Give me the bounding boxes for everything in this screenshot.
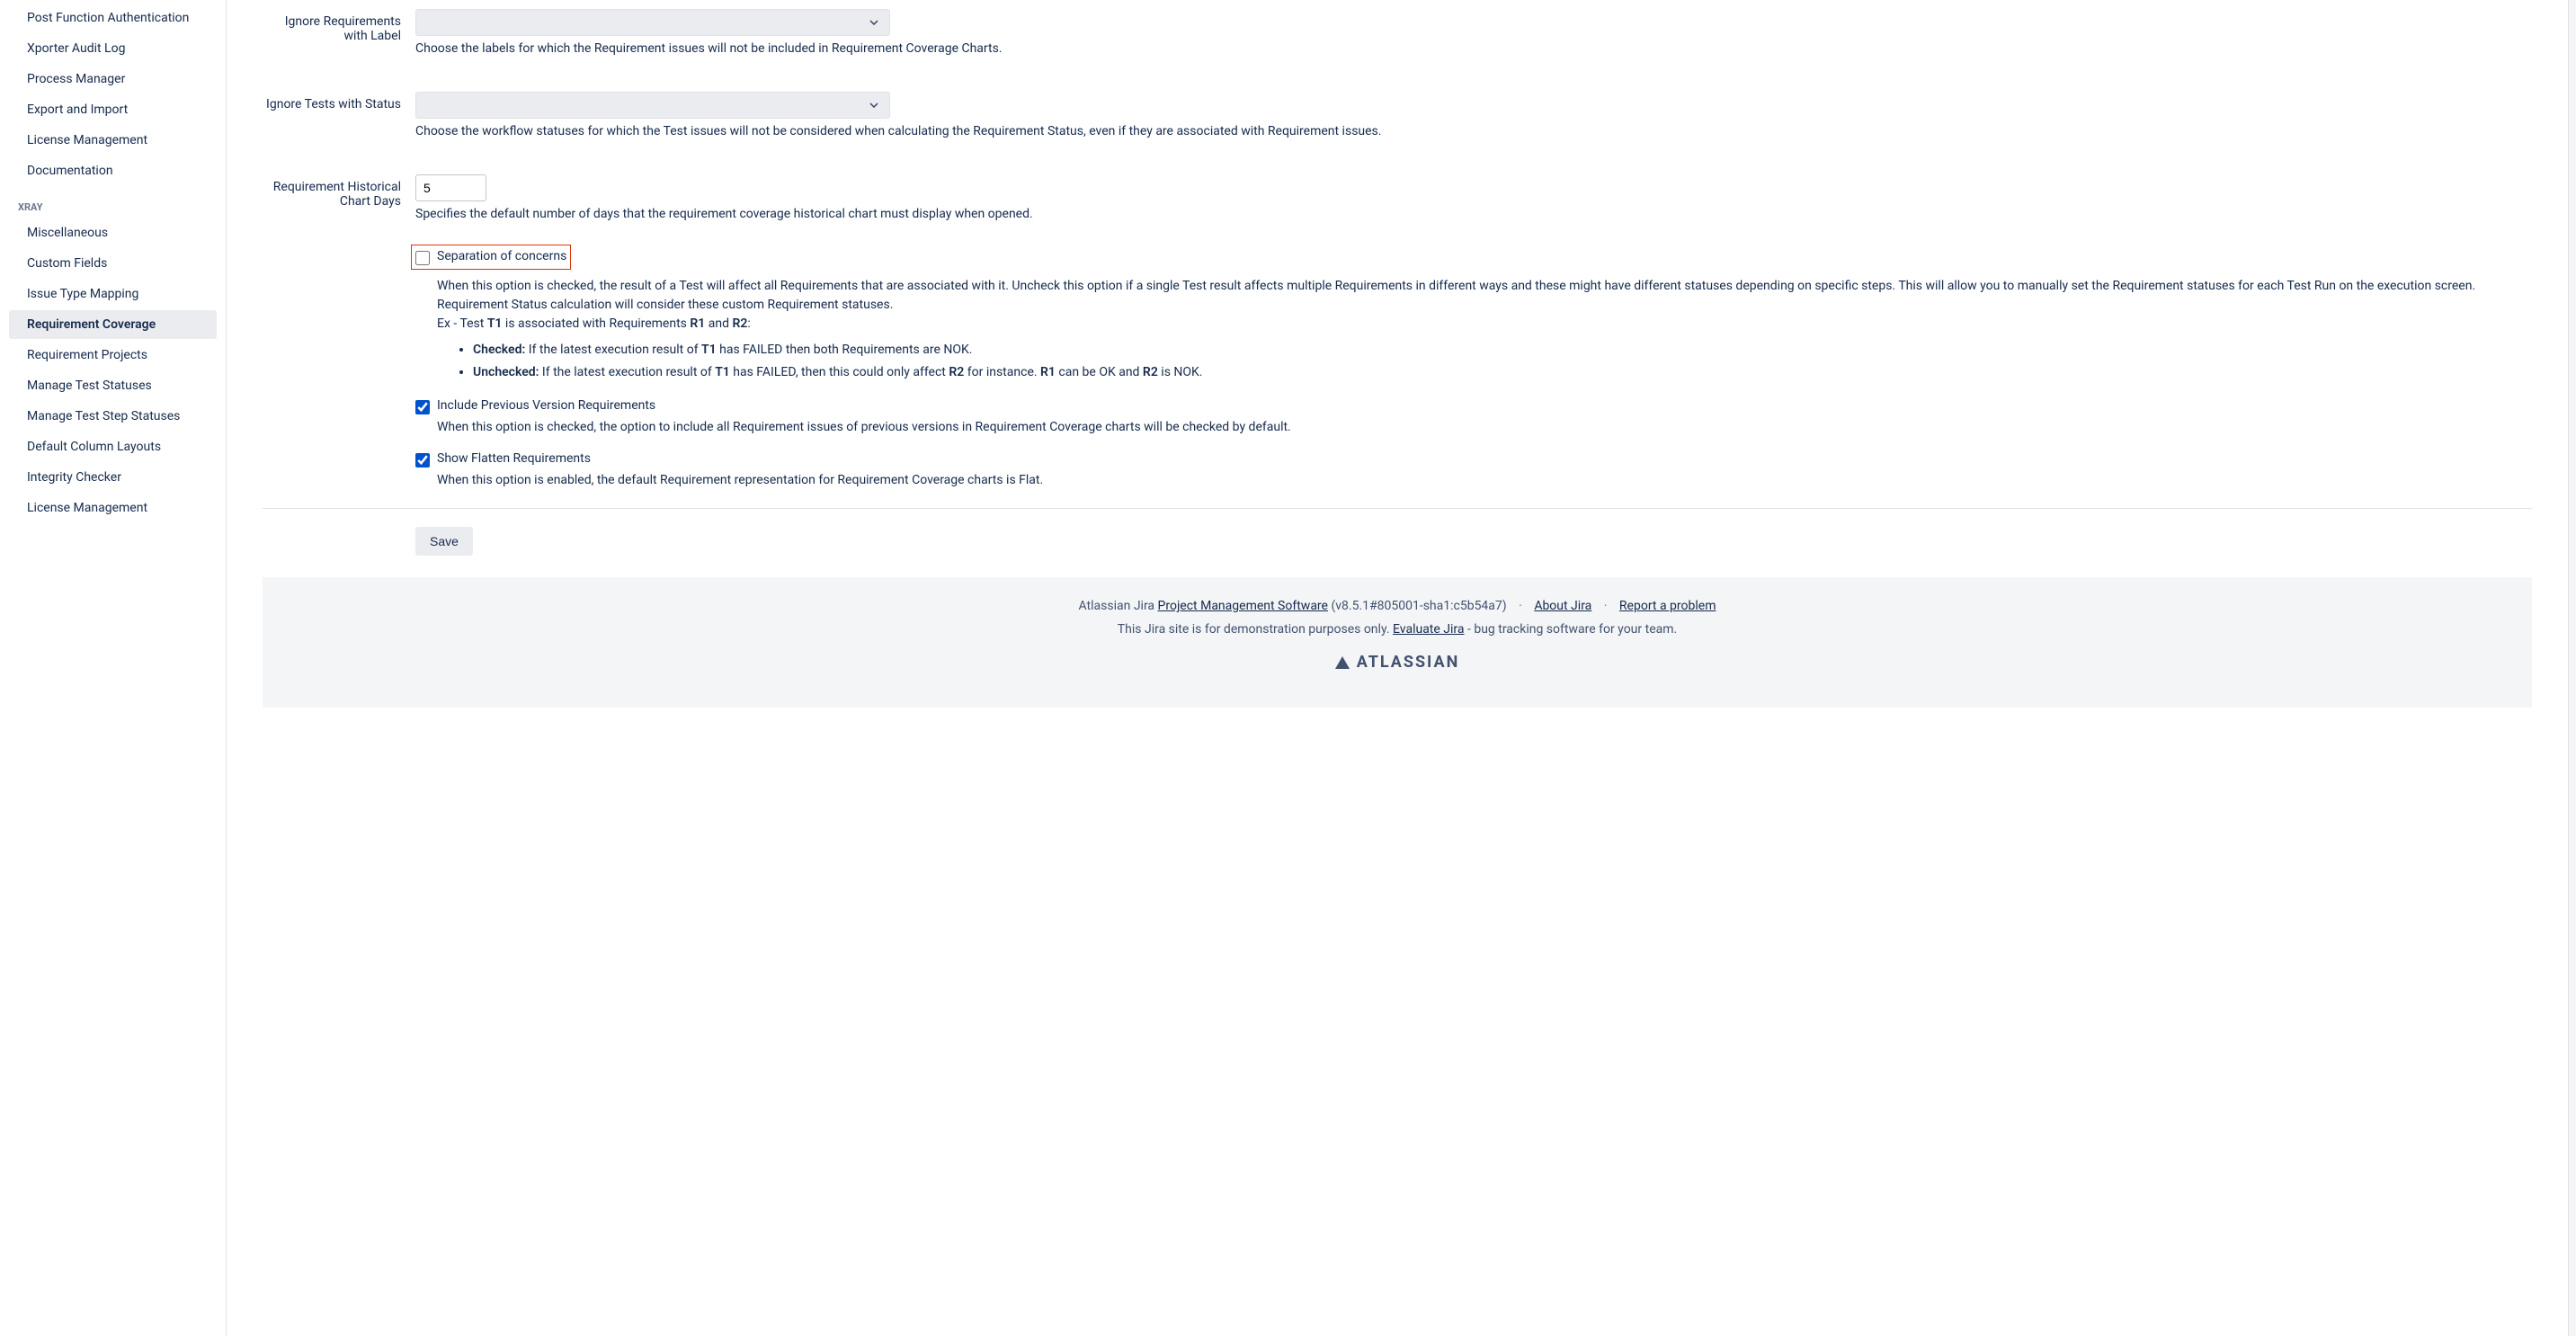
sidebar-item-xporter-audit-log[interactable]: Xporter Audit Log (9, 34, 217, 63)
sidebar-item-requirement-projects[interactable]: Requirement Projects (9, 341, 217, 370)
sidebar-item-post-function-auth[interactable]: Post Function Authentication (9, 4, 217, 32)
sidebar-item-manage-test-statuses[interactable]: Manage Test Statuses (9, 371, 217, 400)
divider (263, 508, 2532, 509)
select-ignore-tests-status[interactable] (415, 92, 890, 119)
link-report-problem[interactable]: Report a problem (1619, 599, 1716, 613)
row-chart-days: Requirement Historical Chart Days Specif… (263, 165, 2532, 230)
desc-separation-text1: When this option is checked, the result … (437, 277, 2532, 315)
footer-line1: Atlassian Jira Project Management Softwa… (263, 599, 2532, 613)
footer-line2: This Jira site is for demonstration purp… (263, 622, 2532, 637)
link-about-jira[interactable]: About Jira (1534, 599, 1591, 613)
checkbox-include-previous[interactable] (415, 400, 430, 414)
label-show-flatten: Show Flatten Requirements (437, 451, 591, 466)
link-pm-software[interactable]: Project Management Software (1158, 599, 1328, 613)
label-ignore-tests: Ignore Tests with Status (263, 92, 415, 138)
checkbox-separation-concerns[interactable] (415, 251, 430, 265)
select-ignore-requirements-label[interactable] (415, 9, 890, 36)
desc-show-flatten: When this option is enabled, the default… (415, 471, 2532, 490)
sidebar: Post Function Authentication Xporter Aud… (0, 0, 227, 1336)
list-separation-cases: Checked: If the latest execution result … (437, 339, 2532, 384)
main-content: Ignore Requirements with Label Choose th… (227, 0, 2569, 1336)
atlassian-icon (1335, 656, 1350, 669)
sidebar-item-license-management-2[interactable]: License Management (9, 494, 217, 522)
desc-include-previous: When this option is checked, the option … (415, 418, 2532, 437)
label-chart-days: Requirement Historical Chart Days (263, 174, 415, 221)
label-include-previous: Include Previous Version Requirements (437, 398, 655, 413)
sidebar-item-miscellaneous[interactable]: Miscellaneous (9, 218, 217, 247)
sidebar-item-process-manager[interactable]: Process Manager (9, 65, 217, 94)
help-ignore-tests: Choose the workflow statuses for which t… (415, 124, 2532, 138)
sidebar-section-xray: XRAY (0, 187, 226, 218)
case-unchecked: Unchecked: If the latest execution resul… (473, 361, 2532, 384)
block-include-prev: Include Previous Version Requirements Wh… (263, 398, 2532, 437)
highlighted-separation-row: Separation of concerns (411, 245, 571, 270)
sidebar-item-license-management[interactable]: License Management (9, 126, 217, 155)
sidebar-item-export-import[interactable]: Export and Import (9, 95, 217, 124)
row-ignore-tests-status: Ignore Tests with Status Choose the work… (263, 83, 2532, 147)
block-show-flatten: Show Flatten Requirements When this opti… (263, 451, 2532, 490)
checkbox-show-flatten[interactable] (415, 453, 430, 468)
sidebar-item-integrity-checker[interactable]: Integrity Checker (9, 463, 217, 492)
atlassian-logo: ATLASSIAN (263, 653, 2532, 672)
sidebar-top-list: Post Function Authentication Xporter Aud… (0, 4, 226, 185)
sidebar-item-documentation[interactable]: Documentation (9, 156, 217, 185)
save-section: Save (263, 527, 2532, 556)
link-evaluate-jira[interactable]: Evaluate Jira (1393, 622, 1465, 637)
sidebar-item-manage-test-step-statuses[interactable]: Manage Test Step Statuses (9, 402, 217, 431)
save-button[interactable]: Save (415, 527, 473, 556)
case-checked: Checked: If the latest execution result … (473, 339, 2532, 361)
sidebar-item-custom-fields[interactable]: Custom Fields (9, 249, 217, 278)
block-separation: Separation of concerns When this option … (263, 245, 2532, 384)
label-ignore-requirements: Ignore Requirements with Label (263, 9, 415, 56)
help-ignore-requirements: Choose the labels for which the Requirem… (415, 41, 2532, 56)
label-separation-concerns: Separation of concerns (437, 249, 566, 263)
input-chart-days[interactable] (415, 174, 486, 201)
sidebar-item-requirement-coverage[interactable]: Requirement Coverage (9, 310, 217, 339)
footer: Atlassian Jira Project Management Softwa… (263, 577, 2532, 708)
row-ignore-requirements-label: Ignore Requirements with Label Choose th… (263, 0, 2532, 65)
help-chart-days: Specifies the default number of days tha… (415, 207, 2532, 221)
sidebar-item-default-column-layouts[interactable]: Default Column Layouts (9, 432, 217, 461)
desc-separation-example: Ex - Test T1 is associated with Requirem… (437, 315, 2532, 334)
sidebar-item-issue-type-mapping[interactable]: Issue Type Mapping (9, 280, 217, 308)
sidebar-xray-list: Miscellaneous Custom Fields Issue Type M… (0, 218, 226, 522)
desc-separation: When this option is checked, the result … (415, 277, 2532, 384)
